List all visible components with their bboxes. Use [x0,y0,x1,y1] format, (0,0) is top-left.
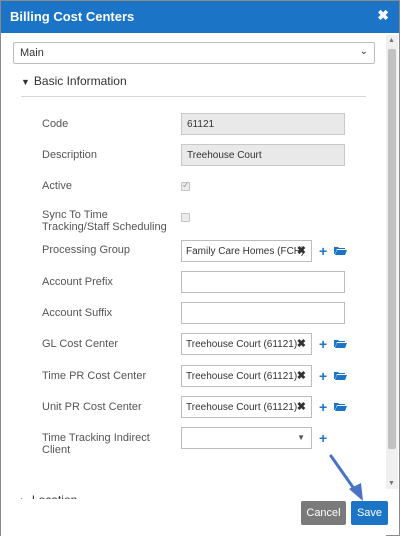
plus-icon[interactable]: + [319,399,327,415]
unit-pr-cost-center-label: Unit PR Cost Center [42,401,142,413]
check-icon: ✓ [182,180,190,190]
scroll-up-icon[interactable]: ▲ [388,37,395,44]
caret-down-icon: ▼ [21,77,30,87]
folder-icon[interactable] [334,371,347,380]
processing-group-value: Family Care Homes (FCH) [186,246,305,257]
chevron-down-icon: ▼ [297,433,305,442]
plus-icon[interactable]: + [319,243,327,259]
account-suffix-input[interactable] [181,302,345,324]
time-pr-cost-center-select[interactable]: Treehouse Court (61121) ✖ [181,365,312,387]
clear-icon[interactable]: ✖ [297,369,306,382]
code-label: Code [42,118,69,130]
active-label: Active [42,180,72,192]
description-label: Description [42,149,98,161]
billing-cost-centers-dialog: Billing Cost Centers ✖ Main ⌄ ▲ ▼ ▼ Basic… [0,0,400,536]
code-field: 61121 [181,113,345,135]
dialog-title: Billing Cost Centers [10,9,135,24]
dialog-titlebar: Billing Cost Centers ✖ [1,1,399,33]
scrollbar-thumb[interactable] [388,49,396,449]
close-icon[interactable]: ✖ [377,7,389,24]
active-checkbox[interactable]: ✓ [181,180,190,191]
code-value: 61121 [187,119,215,130]
section-select-value: Main [20,47,44,59]
save-button[interactable]: Save [351,501,388,525]
account-prefix-label: Account Prefix [42,276,113,288]
unit-pr-cost-center-select[interactable]: Treehouse Court (61121) ✖ [181,396,312,418]
time-pr-cost-center-label: Time PR Cost Center [42,370,147,382]
account-prefix-input[interactable] [181,271,345,293]
processing-group-select[interactable]: Family Care Homes (FCH) ✖ [181,240,312,262]
processing-group-label: Processing Group [42,244,131,256]
sync-label: Sync To Time Tracking/Staff Scheduling [42,209,167,233]
clear-icon[interactable]: ✖ [297,400,306,413]
folder-icon[interactable] [334,339,347,348]
chevron-down-icon: ⌄ [359,46,368,57]
clear-icon[interactable]: ✖ [297,337,306,350]
divider [21,96,366,97]
folder-icon[interactable] [334,246,347,255]
plus-icon[interactable]: + [319,430,327,446]
basic-information-title: Basic Information [33,74,127,88]
gl-cost-center-label: GL Cost Center [42,338,119,350]
description-field: Treehouse Court [181,144,345,166]
annotation-arrow-icon [329,454,363,501]
cancel-button[interactable]: Cancel [301,501,346,525]
unit-pr-cost-center-value: Treehouse Court (61121) [186,402,298,413]
time-pr-cost-center-value: Treehouse Court (61121) [186,371,298,382]
sync-checkbox[interactable] [181,213,190,222]
clear-icon[interactable]: ✖ [297,244,306,257]
plus-icon[interactable]: + [319,336,327,352]
time-tracking-indirect-client-select[interactable]: ▼ [181,427,312,449]
scrollbar[interactable]: ▲ ▼ [386,35,398,489]
gl-cost-center-value: Treehouse Court (61121) [186,339,298,350]
scroll-down-icon[interactable]: ▼ [388,480,395,487]
basic-information-header[interactable]: ▼ Basic Information [21,74,127,88]
description-value: Treehouse Court [187,150,262,161]
folder-icon[interactable] [334,402,347,411]
time-tracking-indirect-client-label: Time Tracking Indirect Client [42,432,150,456]
plus-icon[interactable]: + [319,368,327,384]
section-select[interactable]: Main ⌄ [13,42,375,64]
account-suffix-label: Account Suffix [42,307,113,319]
gl-cost-center-select[interactable]: Treehouse Court (61121) ✖ [181,333,312,355]
